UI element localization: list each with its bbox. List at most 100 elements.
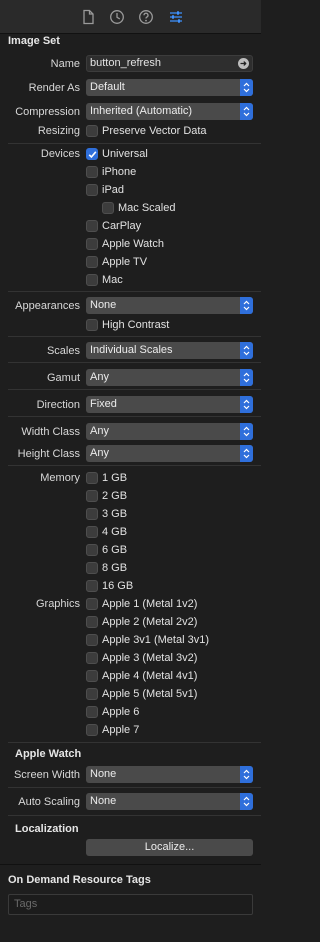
direction-label: Direction	[36, 399, 80, 411]
checkbox-box[interactable]	[86, 544, 98, 556]
checkbox-box[interactable]	[86, 670, 98, 682]
scales-value: Individual Scales	[90, 344, 173, 356]
auto-scaling-label: Auto Scaling	[18, 796, 80, 808]
checkbox-box[interactable]	[86, 724, 98, 736]
checkbox-box[interactable]	[86, 562, 98, 574]
popup-chevron-icon	[240, 793, 253, 810]
direction-popup[interactable]: Fixed	[86, 396, 253, 413]
checkbox-box[interactable]	[86, 688, 98, 700]
checkbox-box[interactable]	[86, 598, 98, 610]
checkbox-box[interactable]	[86, 706, 98, 718]
file-inspector-icon[interactable]	[80, 9, 96, 25]
checkbox-box[interactable]	[86, 652, 98, 664]
auto-scaling-popup[interactable]: None	[86, 793, 253, 810]
popup-chevron-icon	[240, 79, 253, 96]
screen-width-label: Screen Width	[13, 769, 80, 781]
checkbox-box[interactable]	[86, 634, 98, 646]
graphics-option-label: Apple 3 (Metal 3v2)	[102, 652, 198, 664]
inspector-toolbar	[0, 0, 261, 34]
checkbox-box[interactable]	[86, 472, 98, 484]
name-field-value: button_refresh	[90, 57, 161, 69]
divider	[8, 143, 261, 144]
device-label: iPad	[102, 184, 125, 196]
width-class-value: Any	[90, 425, 109, 437]
tags-placeholder: Tags	[14, 898, 38, 910]
divider	[8, 336, 261, 337]
arrow-right-icon[interactable]: ➜	[238, 58, 249, 69]
divider	[8, 815, 261, 816]
width-class-label: Width Class	[21, 426, 80, 438]
compression-label: Compression	[15, 106, 80, 118]
memory-option-label: 3 GB	[102, 508, 128, 520]
memory-option-label: 1 GB	[102, 472, 128, 484]
checkbox-box[interactable]	[86, 526, 98, 538]
auto-scaling-value: None	[90, 795, 117, 807]
divider	[8, 742, 261, 743]
width-class-popup[interactable]: Any	[86, 423, 253, 440]
checkbox-box[interactable]	[86, 580, 98, 592]
popup-chevron-icon	[240, 445, 253, 462]
memory-option-label: 16 GB	[102, 580, 134, 592]
direction-value: Fixed	[90, 398, 117, 410]
tags-input[interactable]: Tags	[8, 894, 253, 915]
memory-label: Memory	[40, 472, 80, 484]
render-as-value: Default	[90, 81, 125, 93]
graphics-option-label: Apple 1 (Metal 1v2)	[102, 598, 198, 610]
screen-width-popup[interactable]: None	[86, 766, 253, 783]
screen-width-value: None	[90, 768, 117, 780]
gamut-value: Any	[90, 371, 109, 383]
compression-popup[interactable]: Inherited (Automatic)	[86, 103, 253, 120]
popup-chevron-icon	[240, 369, 253, 386]
appearances-label: Appearances	[15, 300, 80, 312]
memory-option-label: 8 GB	[102, 562, 128, 574]
device-label: Apple TV	[102, 256, 148, 268]
graphics-option-label: Apple 3v1 (Metal 3v1)	[102, 634, 209, 646]
history-inspector-icon[interactable]	[109, 9, 125, 25]
checkbox-box[interactable]	[86, 238, 98, 250]
popup-chevron-icon	[240, 297, 253, 314]
quick-help-icon[interactable]	[138, 9, 154, 25]
popup-chevron-icon	[240, 342, 253, 359]
name-field[interactable]: button_refresh ➜	[86, 55, 253, 72]
localization-heading: Localization	[15, 823, 79, 835]
appearances-popup[interactable]: None	[86, 297, 253, 314]
checkbox-box[interactable]	[86, 508, 98, 520]
devices-label: Devices	[40, 148, 80, 160]
checkbox-box[interactable]	[86, 148, 98, 160]
image-set-heading: Image Set	[8, 35, 60, 47]
checkbox-box[interactable]	[86, 220, 98, 232]
divider	[8, 389, 261, 390]
gamut-popup[interactable]: Any	[86, 369, 253, 386]
render-as-popup[interactable]: Default	[86, 79, 253, 96]
render-as-label: Render As	[28, 82, 80, 94]
scales-label: Scales	[46, 345, 80, 357]
divider	[8, 416, 261, 417]
device-label: Mac	[102, 274, 123, 286]
checkbox-box[interactable]	[86, 125, 98, 137]
checkbox-box[interactable]	[86, 256, 98, 268]
checkbox-box[interactable]	[86, 274, 98, 286]
checkbox-box[interactable]	[86, 166, 98, 178]
attributes-inspector-icon[interactable]	[168, 9, 184, 25]
popup-chevron-icon	[240, 423, 253, 440]
device-label: Universal	[102, 148, 148, 160]
memory-option-label: 6 GB	[102, 544, 128, 556]
height-class-popup[interactable]: Any	[86, 445, 253, 462]
scales-popup[interactable]: Individual Scales	[86, 342, 253, 359]
checkbox-box[interactable]	[86, 490, 98, 502]
graphics-option-label: Apple 7	[102, 724, 140, 736]
checkbox-box[interactable]	[102, 202, 114, 214]
divider	[8, 362, 261, 363]
divider	[8, 787, 261, 788]
height-class-value: Any	[90, 447, 109, 459]
checkbox-box[interactable]	[86, 319, 98, 331]
checkbox-box[interactable]	[86, 616, 98, 628]
graphics-option-label: Apple 2 (Metal 2v2)	[102, 616, 198, 628]
localize-button[interactable]: Localize...	[86, 839, 253, 856]
device-label: Apple Watch	[102, 238, 164, 250]
checkbox-box[interactable]	[86, 184, 98, 196]
compression-value: Inherited (Automatic)	[90, 105, 193, 117]
divider	[0, 864, 261, 865]
apple-watch-heading: Apple Watch	[15, 748, 82, 760]
high-contrast-label: High Contrast	[102, 319, 170, 331]
